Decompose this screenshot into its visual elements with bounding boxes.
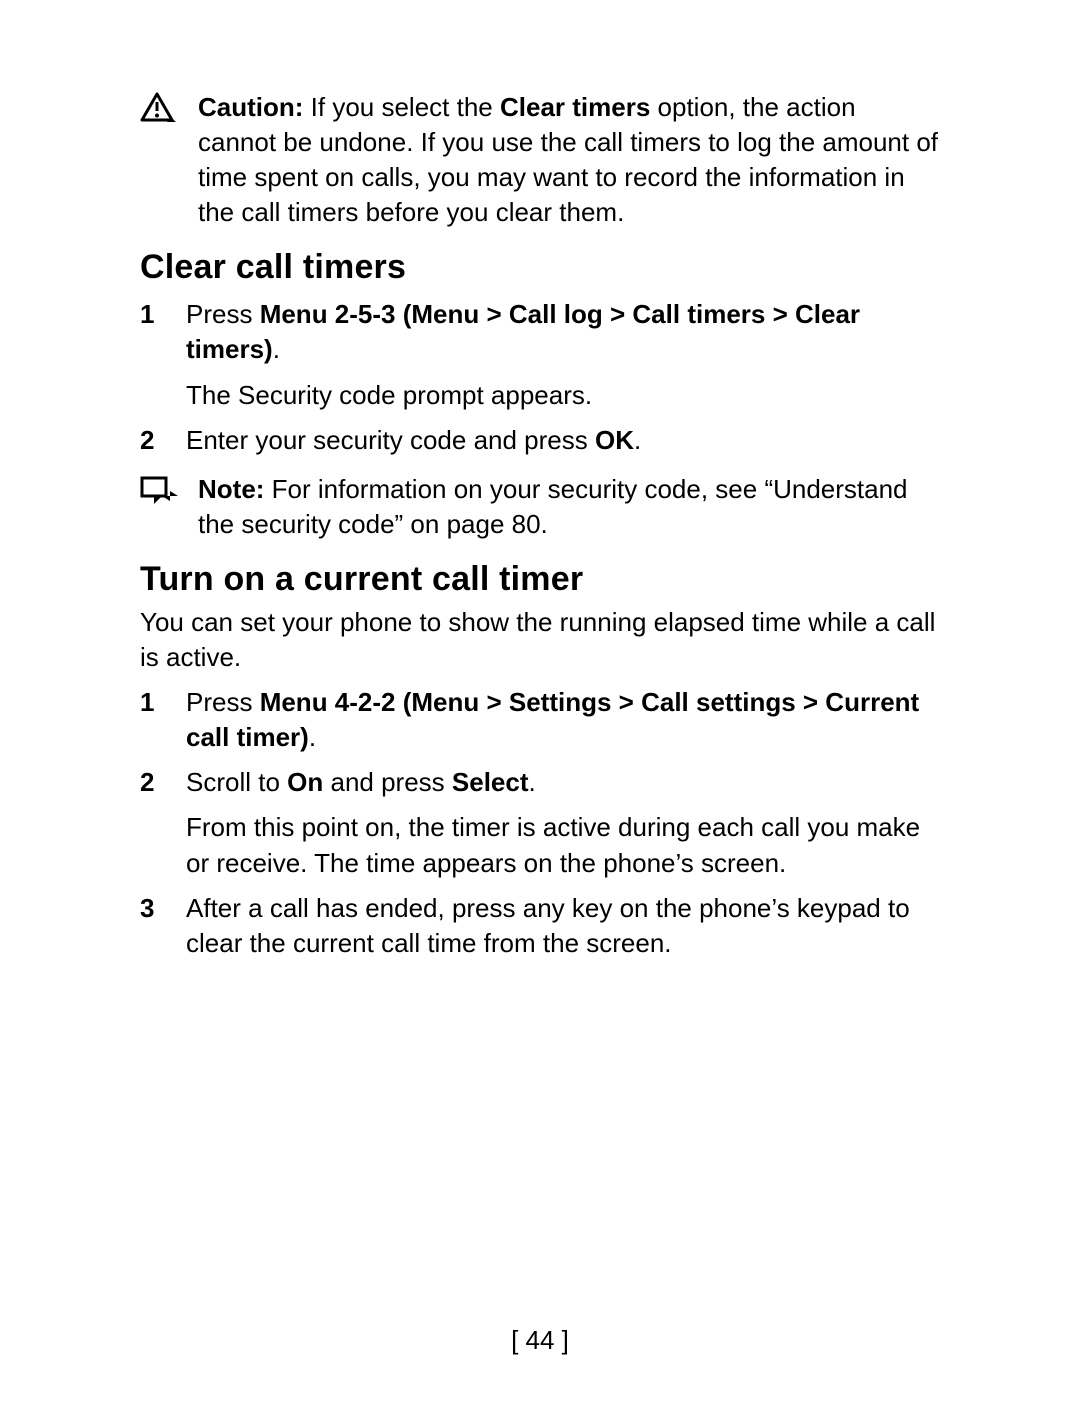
heading-turn-on-current-call-timer: Turn on a current call timer [140, 560, 940, 599]
caution-callout: Caution: If you select the Clear timers … [140, 90, 940, 230]
caution-bold: Clear timers [500, 92, 650, 122]
page-number: [ 44 ] [0, 1325, 1080, 1356]
heading-clear-call-timers: Clear call timers [140, 248, 940, 287]
step-text-bold: OK [595, 425, 634, 455]
step-subtext: From this point on, the timer is active … [186, 810, 940, 880]
list-item: 3 After a call has ended, press any key … [140, 891, 940, 961]
step-body: Press Menu 4-2-2 (Menu > Settings > Call… [186, 685, 940, 755]
caution-icon [140, 90, 198, 126]
step-number: 2 [140, 765, 186, 800]
b: Select [452, 767, 529, 797]
t: and press [323, 767, 452, 797]
t: Scroll to [186, 767, 287, 797]
step-number: 1 [140, 297, 186, 332]
step-text-post: . [634, 425, 641, 455]
step-text-pre: Press [186, 299, 260, 329]
step-text-pre: After a call has ended, press any key on… [186, 893, 910, 958]
list-item: 2 Enter your security code and press OK. [140, 423, 940, 458]
section2-steps: 1 Press Menu 4-2-2 (Menu > Settings > Ca… [140, 685, 940, 961]
step-number: 1 [140, 685, 186, 720]
step-body: Scroll to On and press Select. From this… [186, 765, 940, 880]
step-text-bold: Menu 4-2-2 (Menu > Settings > Call setti… [186, 687, 919, 752]
note-body: For information on your security code, s… [198, 474, 908, 539]
step-text-post: . [273, 334, 280, 364]
section1-steps: 1 Press Menu 2-5-3 (Menu > Call log > Ca… [140, 297, 940, 457]
step-text-pre: Press [186, 687, 260, 717]
caution-label: Caution: [198, 92, 303, 122]
step-body: Enter your security code and press OK. [186, 423, 940, 458]
t: . [529, 767, 536, 797]
caution-text: Caution: If you select the Clear timers … [198, 90, 940, 230]
step-number: 2 [140, 423, 186, 458]
note-label: Note: [198, 474, 264, 504]
document-page: Caution: If you select the Clear timers … [0, 0, 1080, 1412]
step-body: After a call has ended, press any key on… [186, 891, 940, 961]
list-item: 1 Press Menu 2-5-3 (Menu > Call log > Ca… [140, 297, 940, 412]
b: On [287, 767, 323, 797]
step-text-pre: Enter your security code and press [186, 425, 595, 455]
caution-part1: If you select the [303, 92, 500, 122]
note-icon [140, 472, 198, 506]
section2-intro: You can set your phone to show the runni… [140, 605, 940, 675]
step-body: Press Menu 2-5-3 (Menu > Call log > Call… [186, 297, 940, 412]
note-text: Note: For information on your security c… [198, 472, 940, 542]
step-number: 3 [140, 891, 186, 926]
step-subtext: The Security code prompt appears. [186, 378, 940, 413]
step2-mixed: Scroll to On and press Select. [186, 767, 536, 797]
step-text-bold: Menu 2-5-3 (Menu > Call log > Call timer… [186, 299, 860, 364]
list-item: 1 Press Menu 4-2-2 (Menu > Settings > Ca… [140, 685, 940, 755]
list-item: 2 Scroll to On and press Select. From th… [140, 765, 940, 880]
note-callout: Note: For information on your security c… [140, 472, 940, 542]
step-text-post: . [309, 722, 316, 752]
